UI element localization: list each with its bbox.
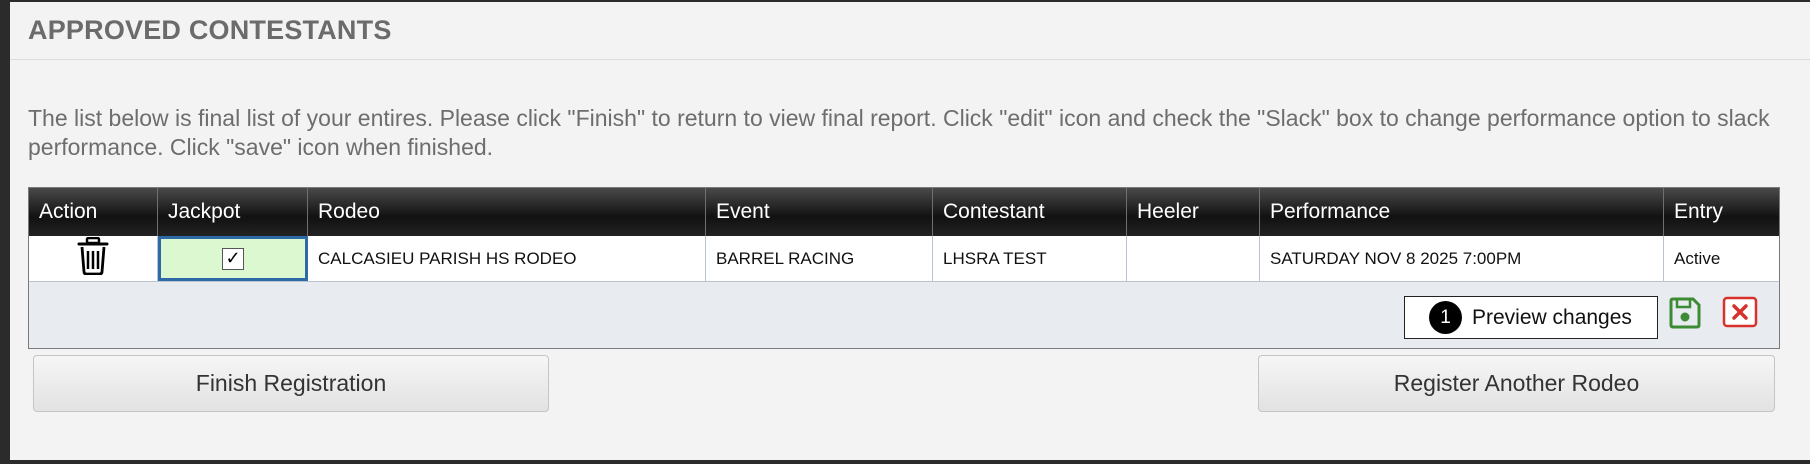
contestant-cell: LHSRA TEST [933, 236, 1127, 281]
entry-cell: Active [1674, 248, 1721, 268]
column-header-jackpot: Jackpot [158, 188, 308, 236]
table-header: Action Jackpot Rodeo Event Contestant He… [29, 188, 1779, 236]
preview-badge: 1 [1429, 301, 1462, 334]
column-header-action: Action [29, 188, 158, 236]
approved-contestants-panel: APPROVED CONTESTANTS The list below is f… [10, 2, 1810, 460]
performance-cell: SATURDAY NOV 8 2025 7:00PM [1260, 236, 1664, 281]
edit-action-row: 1 Preview changes [29, 282, 1779, 348]
page-title: APPROVED CONTESTANTS [28, 15, 392, 45]
column-header-performance: Performance [1260, 188, 1664, 236]
jackpot-cell: ✓ [158, 236, 308, 281]
column-header-event: Event [706, 188, 933, 236]
rodeo-cell: CALCASIEU PARISH HS RODEO [308, 236, 706, 281]
preview-changes-button[interactable]: 1 Preview changes [1404, 296, 1658, 339]
contestants-table: Action Jackpot Rodeo Event Contestant He… [28, 187, 1780, 349]
finish-registration-button[interactable]: Finish Registration [33, 355, 549, 412]
column-header-contestant: Contestant [933, 188, 1127, 236]
jackpot-checkbox[interactable]: ✓ [222, 247, 244, 270]
trash-icon[interactable] [77, 236, 109, 280]
column-header-heeler: Heeler [1127, 188, 1260, 236]
preview-changes-label: Preview changes [1472, 305, 1632, 329]
panel-header: APPROVED CONTESTANTS [10, 2, 1810, 60]
register-another-rodeo-button[interactable]: Register Another Rodeo [1258, 355, 1775, 412]
event-cell: BARREL RACING [706, 236, 933, 281]
save-icon[interactable] [1668, 296, 1702, 330]
instructions-text: The list below is final list of your ent… [28, 105, 1770, 160]
close-icon[interactable] [1722, 296, 1758, 328]
column-header-entry: Entry [1674, 200, 1724, 223]
table-row: ✓ CALCASIEU PARISH HS RODEO BARREL RACIN… [29, 236, 1779, 282]
heeler-cell [1127, 236, 1260, 281]
action-cell [29, 236, 158, 281]
column-header-rodeo: Rodeo [308, 188, 706, 236]
